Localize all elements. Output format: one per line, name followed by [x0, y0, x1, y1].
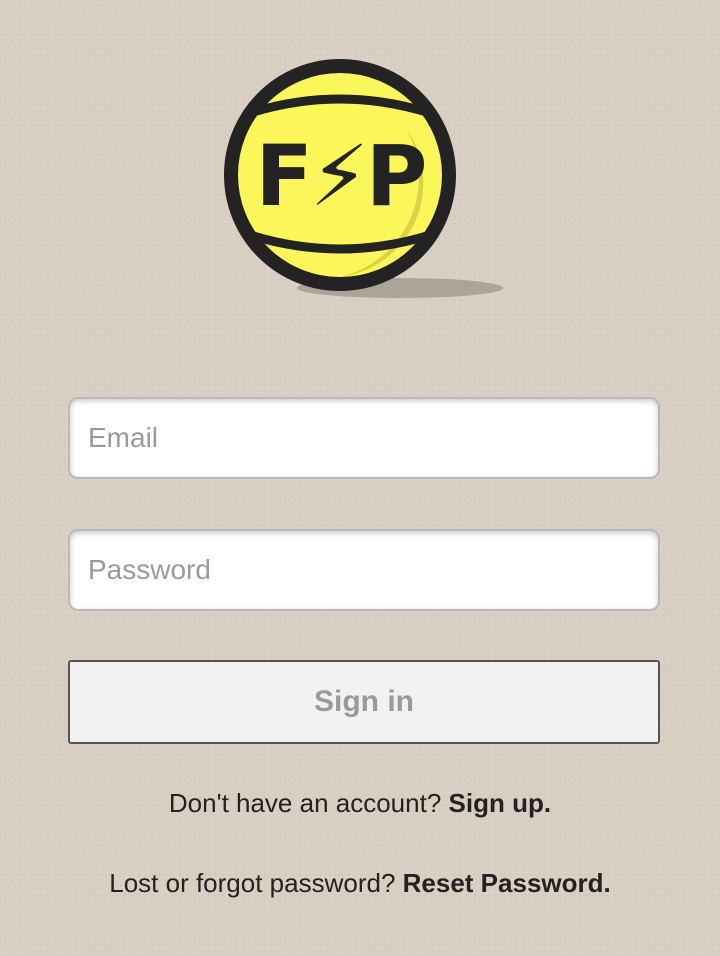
- tennis-ball-logo-icon: F⚡P: [224, 59, 503, 298]
- app-logo: F⚡P: [222, 58, 512, 304]
- email-field[interactable]: [68, 397, 660, 479]
- password-field[interactable]: [68, 529, 660, 611]
- reset-prompt: Lost or forgot password?: [109, 868, 396, 898]
- signup-prompt: Don't have an account?: [168, 788, 442, 818]
- signup-line: Don't have an account? Sign up.: [0, 788, 720, 819]
- sign-in-button[interactable]: Sign in: [68, 660, 660, 744]
- logo-text: F⚡P: [256, 127, 425, 225]
- sign-up-link[interactable]: Sign up.: [449, 788, 552, 818]
- reset-password-link[interactable]: Reset Password.: [403, 868, 611, 898]
- reset-password-line: Lost or forgot password? Reset Password.: [0, 868, 720, 899]
